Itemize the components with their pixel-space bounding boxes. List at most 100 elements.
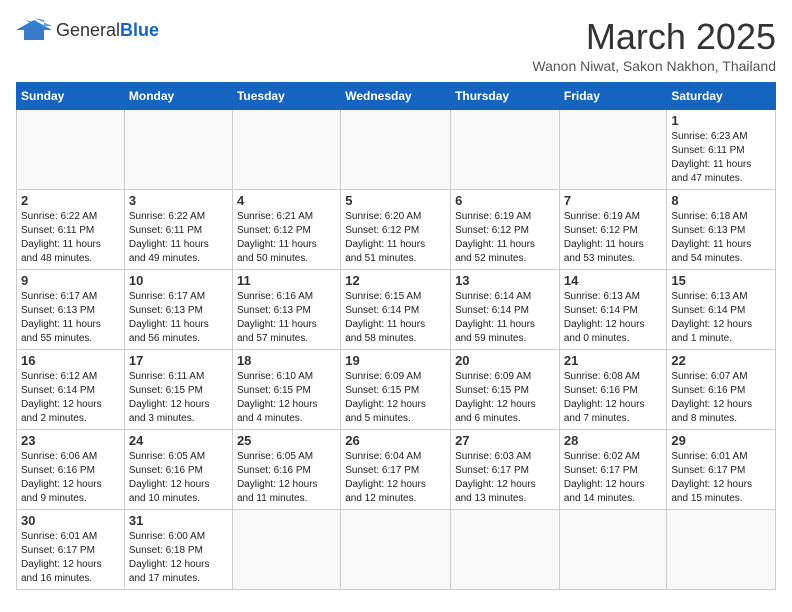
day-number: 9: [21, 273, 120, 288]
day-cell: 13Sunrise: 6:14 AM Sunset: 6:14 PM Dayli…: [451, 270, 560, 350]
day-info: Sunrise: 6:21 AM Sunset: 6:12 PM Dayligh…: [237, 210, 336, 266]
week-row-2: 9 Sunrise: 6:17 AM Sunset: 6:13 PM Daylig…: [17, 270, 776, 350]
day-number: 8: [671, 193, 771, 208]
day-cell: 14 Sunrise: 6:13 AM Sunset: 6:14 PM Dayli…: [559, 270, 667, 350]
page-header: GeneralBlue March 2025 Wanon Niwat, Sako…: [16, 16, 776, 74]
day-cell: 16 Sunrise: 6:12 AM Sunset: 6:14 PM Dayli…: [17, 350, 125, 430]
day-info: Sunrise: 6:18 AM Sunset: 6:13 PM Dayligh…: [671, 210, 771, 266]
day-info: Sunrise: 6:09 AM Sunset: 6:15 PM Dayligh…: [455, 370, 555, 426]
day-number: 22: [671, 353, 771, 368]
day-info: Sunrise: 6:13 AM Sunset: 6:14 PM Dayligh…: [564, 290, 663, 346]
day-cell: 30 Sunrise: 6:01 AM Sunset: 6:17 PM Dayli…: [17, 510, 125, 590]
day-cell: 17 Sunrise: 6:11 AM Sunset: 6:15 PM Dayli…: [124, 350, 232, 430]
day-number: 19: [345, 353, 446, 368]
day-cell: [559, 510, 667, 590]
day-number: 17: [129, 353, 228, 368]
day-cell: 23 Sunrise: 6:06 AM Sunset: 6:16 PM Dayli…: [17, 430, 125, 510]
day-cell: [17, 110, 125, 190]
logo: GeneralBlue: [16, 16, 159, 44]
day-cell: [451, 110, 560, 190]
day-number: 30: [21, 513, 120, 528]
day-number: 14: [564, 273, 663, 288]
day-cell: 9 Sunrise: 6:17 AM Sunset: 6:13 PM Daylig…: [17, 270, 125, 350]
location: Wanon Niwat, Sakon Nakhon, Thailand: [532, 58, 776, 74]
day-info: Sunrise: 6:00 AM Sunset: 6:18 PM Dayligh…: [129, 530, 228, 586]
day-cell: [341, 110, 451, 190]
day-cell: 12 Sunrise: 6:15 AM Sunset: 6:14 PM Dayli…: [341, 270, 451, 350]
week-row-0: 1 Sunrise: 6:23 AM Sunset: 6:11 PM Daylig…: [17, 110, 776, 190]
day-cell: 10Sunrise: 6:17 AM Sunset: 6:13 PM Dayli…: [124, 270, 232, 350]
day-cell: [559, 110, 667, 190]
day-cell: 20 Sunrise: 6:09 AM Sunset: 6:15 PM Dayli…: [451, 350, 560, 430]
month-title: March 2025: [532, 16, 776, 58]
day-number: 3: [129, 193, 228, 208]
day-cell: 8 Sunrise: 6:18 AM Sunset: 6:13 PM Daylig…: [667, 190, 776, 270]
calendar-table: SundayMondayTuesdayWednesdayThursdayFrid…: [16, 82, 776, 590]
day-number: 26: [345, 433, 446, 448]
day-cell: 28 Sunrise: 6:02 AM Sunset: 6:17 PM Dayli…: [559, 430, 667, 510]
day-cell: 3Sunrise: 6:22 AM Sunset: 6:11 PM Daylig…: [124, 190, 232, 270]
week-row-4: 23 Sunrise: 6:06 AM Sunset: 6:16 PM Dayli…: [17, 430, 776, 510]
day-number: 31: [129, 513, 228, 528]
day-cell: 15Sunrise: 6:13 AM Sunset: 6:14 PM Dayli…: [667, 270, 776, 350]
day-cell: 6Sunrise: 6:19 AM Sunset: 6:12 PM Daylig…: [451, 190, 560, 270]
logo-text: GeneralBlue: [56, 20, 159, 41]
day-cell: [232, 510, 340, 590]
day-cell: 26 Sunrise: 6:04 AM Sunset: 6:17 PM Dayli…: [341, 430, 451, 510]
day-number: 27: [455, 433, 555, 448]
day-number: 28: [564, 433, 663, 448]
day-number: 16: [21, 353, 120, 368]
day-info: Sunrise: 6:13 AM Sunset: 6:14 PM Dayligh…: [671, 290, 771, 346]
day-number: 20: [455, 353, 555, 368]
week-row-3: 16 Sunrise: 6:12 AM Sunset: 6:14 PM Dayli…: [17, 350, 776, 430]
day-cell: 19Sunrise: 6:09 AM Sunset: 6:15 PM Dayli…: [341, 350, 451, 430]
day-number: 29: [671, 433, 771, 448]
header-day-monday: Monday: [124, 83, 232, 110]
day-info: Sunrise: 6:10 AM Sunset: 6:15 PM Dayligh…: [237, 370, 336, 426]
day-cell: 18 Sunrise: 6:10 AM Sunset: 6:15 PM Dayli…: [232, 350, 340, 430]
header-day-thursday: Thursday: [451, 83, 560, 110]
day-cell: 1 Sunrise: 6:23 AM Sunset: 6:11 PM Daylig…: [667, 110, 776, 190]
day-info: Sunrise: 6:20 AM Sunset: 6:12 PM Dayligh…: [345, 210, 446, 266]
day-info: Sunrise: 6:02 AM Sunset: 6:17 PM Dayligh…: [564, 450, 663, 506]
day-info: Sunrise: 6:05 AM Sunset: 6:16 PM Dayligh…: [237, 450, 336, 506]
day-info: Sunrise: 6:19 AM Sunset: 6:12 PM Dayligh…: [564, 210, 663, 266]
day-info: Sunrise: 6:07 AM Sunset: 6:16 PM Dayligh…: [671, 370, 771, 426]
day-cell: 11 Sunrise: 6:16 AM Sunset: 6:13 PM Dayli…: [232, 270, 340, 350]
day-number: 23: [21, 433, 120, 448]
header-day-wednesday: Wednesday: [341, 83, 451, 110]
day-info: Sunrise: 6:12 AM Sunset: 6:14 PM Dayligh…: [21, 370, 120, 426]
day-cell: 4Sunrise: 6:21 AM Sunset: 6:12 PM Daylig…: [232, 190, 340, 270]
day-number: 12: [345, 273, 446, 288]
header-day-friday: Friday: [559, 83, 667, 110]
day-number: 2: [21, 193, 120, 208]
day-number: 18: [237, 353, 336, 368]
calendar-header: SundayMondayTuesdayWednesdayThursdayFrid…: [17, 83, 776, 110]
title-block: March 2025 Wanon Niwat, Sakon Nakhon, Th…: [532, 16, 776, 74]
day-info: Sunrise: 6:11 AM Sunset: 6:15 PM Dayligh…: [129, 370, 228, 426]
day-info: Sunrise: 6:04 AM Sunset: 6:17 PM Dayligh…: [345, 450, 446, 506]
day-number: 13: [455, 273, 555, 288]
day-info: Sunrise: 6:15 AM Sunset: 6:14 PM Dayligh…: [345, 290, 446, 346]
day-number: 1: [671, 113, 771, 128]
day-info: Sunrise: 6:05 AM Sunset: 6:16 PM Dayligh…: [129, 450, 228, 506]
week-row-5: 30 Sunrise: 6:01 AM Sunset: 6:17 PM Dayli…: [17, 510, 776, 590]
day-info: Sunrise: 6:01 AM Sunset: 6:17 PM Dayligh…: [21, 530, 120, 586]
day-cell: 31 Sunrise: 6:00 AM Sunset: 6:18 PM Dayli…: [124, 510, 232, 590]
day-cell: 22 Sunrise: 6:07 AM Sunset: 6:16 PM Dayli…: [667, 350, 776, 430]
day-cell: 24Sunrise: 6:05 AM Sunset: 6:16 PM Dayli…: [124, 430, 232, 510]
day-cell: 5Sunrise: 6:20 AM Sunset: 6:12 PM Daylig…: [341, 190, 451, 270]
calendar-body: 1 Sunrise: 6:23 AM Sunset: 6:11 PM Daylig…: [17, 110, 776, 590]
day-info: Sunrise: 6:17 AM Sunset: 6:13 PM Dayligh…: [21, 290, 120, 346]
day-cell: [667, 510, 776, 590]
day-cell: 7 Sunrise: 6:19 AM Sunset: 6:12 PM Daylig…: [559, 190, 667, 270]
day-cell: 21Sunrise: 6:08 AM Sunset: 6:16 PM Dayli…: [559, 350, 667, 430]
day-info: Sunrise: 6:16 AM Sunset: 6:13 PM Dayligh…: [237, 290, 336, 346]
day-number: 11: [237, 273, 336, 288]
day-info: Sunrise: 6:06 AM Sunset: 6:16 PM Dayligh…: [21, 450, 120, 506]
day-cell: 27Sunrise: 6:03 AM Sunset: 6:17 PM Dayli…: [451, 430, 560, 510]
day-number: 7: [564, 193, 663, 208]
header-day-saturday: Saturday: [667, 83, 776, 110]
day-number: 10: [129, 273, 228, 288]
day-info: Sunrise: 6:23 AM Sunset: 6:11 PM Dayligh…: [671, 130, 771, 186]
